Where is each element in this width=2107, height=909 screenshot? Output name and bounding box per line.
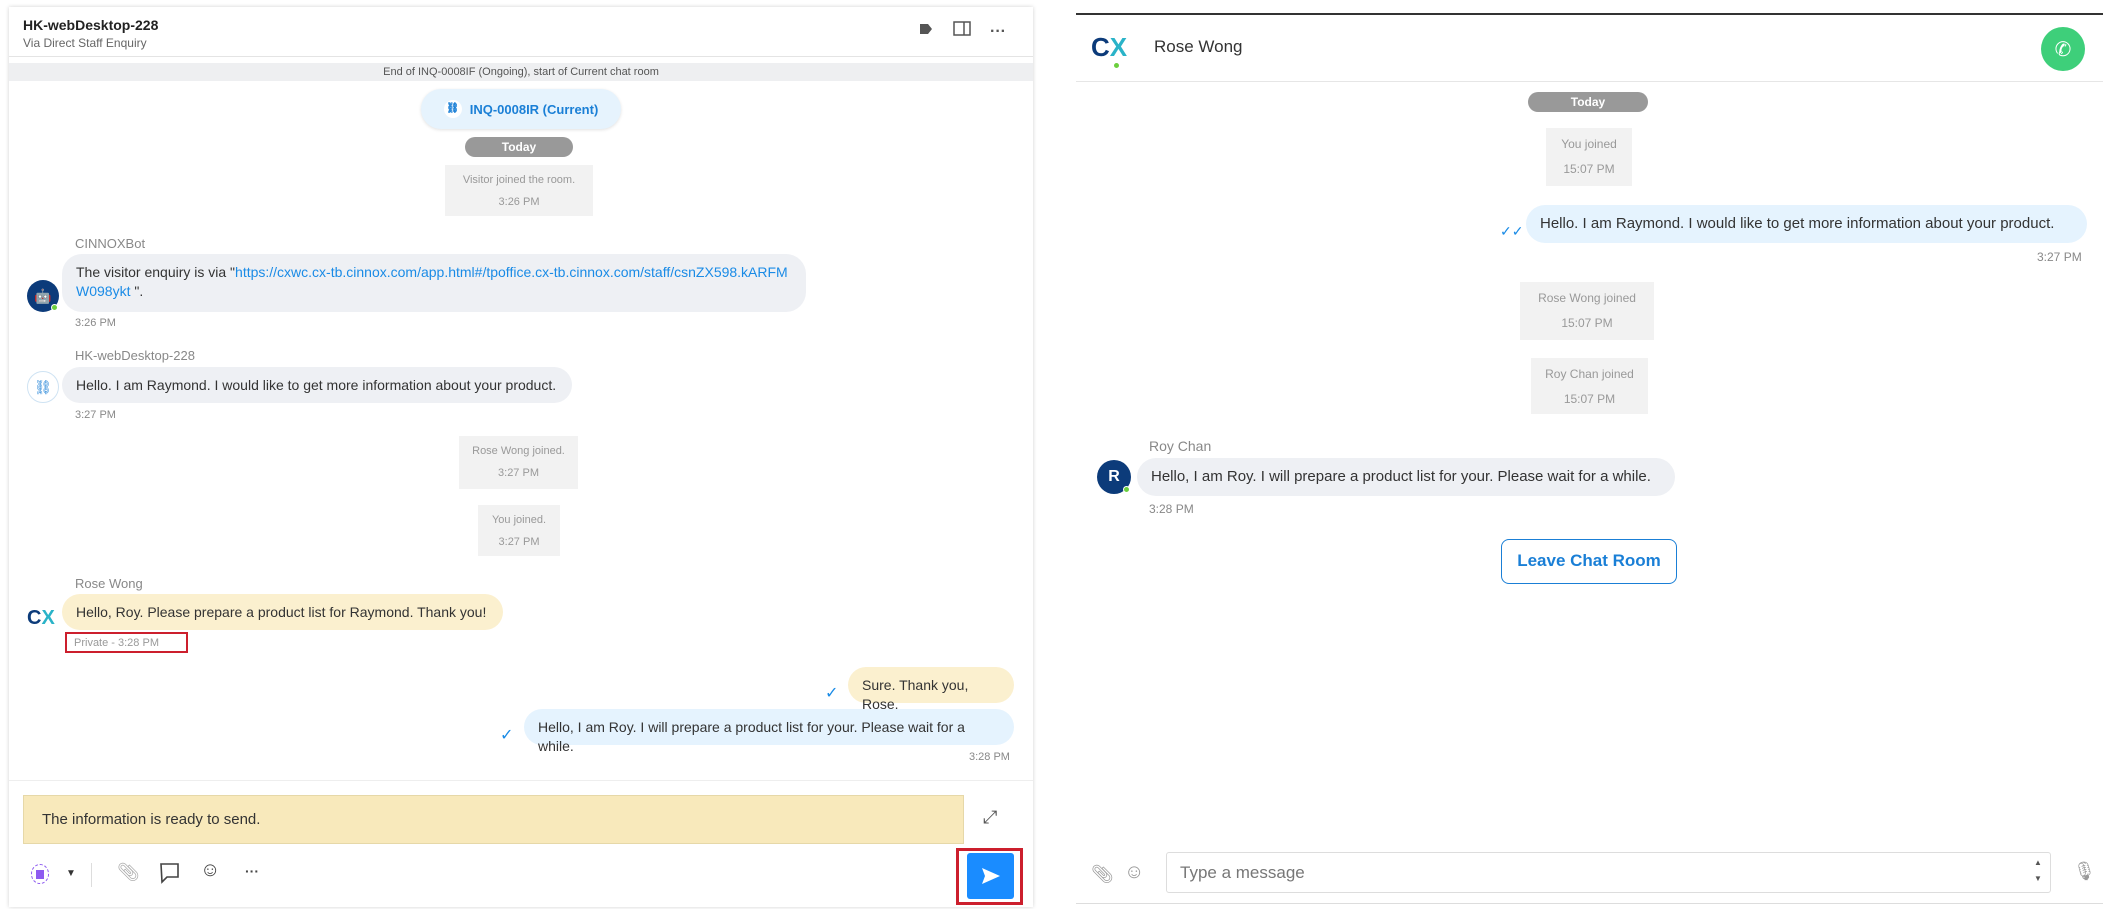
cx-logo: CX bbox=[1091, 32, 1127, 69]
system-message: Visitor joined the room. 3:26 PM bbox=[445, 165, 593, 216]
send-icon bbox=[981, 868, 1000, 884]
message-composer[interactable]: The information is ready to send. bbox=[23, 795, 964, 844]
agent-chat-panel: HK-webDesktop-228 Via Direct Staff Enqui… bbox=[9, 7, 1033, 907]
message-time: 3:26 PM bbox=[75, 317, 116, 329]
more-icon[interactable]: ··· bbox=[987, 21, 1009, 43]
system-message: Roy Chan joined 15:07 PM bbox=[1531, 358, 1648, 414]
chat-subtitle: Via Direct Staff Enquiry bbox=[23, 36, 147, 50]
split-panel-icon[interactable] bbox=[951, 21, 973, 43]
phone-icon: ✆ bbox=[2054, 38, 2072, 61]
history-banner: End of INQ-0008IF (Ongoing), start of Cu… bbox=[9, 63, 1033, 81]
visitor-message: Hello. I am Raymond. I would like to get… bbox=[62, 367, 572, 403]
tag-icon[interactable] bbox=[915, 21, 937, 43]
sent-check-icon: ✓ bbox=[825, 685, 839, 702]
message-time: 3:27 PM bbox=[75, 409, 116, 421]
outgoing-private-message: Sure. Thank you, Rose. bbox=[848, 667, 1014, 712]
private-message: Hello, Roy. Please prepare a product lis… bbox=[62, 594, 503, 630]
header-divider bbox=[9, 56, 1033, 57]
outgoing-message: Hello. I am Raymond. I would like to get… bbox=[1526, 205, 2087, 243]
agent-name: Rose Wong bbox=[1154, 37, 1243, 56]
private-time-highlight: Private - 3:28 PM bbox=[65, 632, 188, 653]
outgoing-message: Hello, I am Roy. I will prepare a produc… bbox=[524, 709, 1014, 754]
attachment-icon[interactable]: 📎︎ bbox=[117, 862, 140, 883]
incoming-message: Hello, I am Roy. I will prepare a produc… bbox=[1137, 458, 1675, 496]
chat-title: HK-webDesktop-228 bbox=[23, 17, 159, 33]
sender-name: CINNOXBot bbox=[75, 236, 146, 251]
system-message: Rose Wong joined. 3:27 PM bbox=[459, 436, 578, 489]
system-message: You joined 15:07 PM bbox=[1546, 128, 1632, 186]
message-time: 3:27 PM bbox=[2037, 250, 2082, 264]
attachment-icon[interactable]: 📎︎ bbox=[1091, 864, 1114, 885]
caret-down-icon[interactable]: ▼ bbox=[66, 868, 76, 879]
inquiry-label: INQ-0008IR (Current) bbox=[469, 101, 599, 117]
microphone-icon[interactable]: 🎙︎ bbox=[2073, 861, 2096, 882]
emoji-icon[interactable]: ☺ bbox=[1124, 861, 1144, 884]
leave-chat-room-button[interactable]: Leave Chat Room bbox=[1501, 539, 1677, 584]
expand-icon[interactable]: ⤢ bbox=[983, 807, 997, 828]
sender-name: Rose Wong bbox=[75, 576, 143, 591]
footer-divider bbox=[1076, 903, 2103, 904]
sender-name: HK-webDesktop-228 bbox=[75, 348, 195, 363]
send-button[interactable] bbox=[967, 853, 1014, 899]
input-scroll-arrows[interactable]: ▲ ▼ bbox=[2034, 855, 2042, 887]
inquiry-pill[interactable]: ⛓ INQ-0008IR (Current) bbox=[421, 89, 621, 129]
composer-divider bbox=[9, 780, 1033, 781]
roy-avatar: R bbox=[1097, 460, 1131, 494]
message-time: 3:28 PM bbox=[969, 751, 1010, 763]
date-divider: Today bbox=[1528, 92, 1648, 112]
canned-response-icon[interactable] bbox=[159, 862, 181, 889]
call-button[interactable]: ✆ bbox=[2041, 27, 2085, 71]
more-options-icon[interactable]: ··· bbox=[245, 863, 259, 879]
system-message: Rose Wong joined 15:07 PM bbox=[1520, 282, 1654, 340]
message-input[interactable]: Type a message bbox=[1166, 852, 2051, 893]
header-divider bbox=[1076, 81, 2103, 82]
read-double-check-icon: ✓✓ bbox=[1500, 223, 1524, 239]
sender-name: Roy Chan bbox=[1149, 438, 1212, 454]
private-mode-icon[interactable] bbox=[31, 864, 49, 884]
cx-logo-avatar: CX bbox=[27, 607, 55, 629]
visitor-link-avatar: ⛓ bbox=[27, 371, 59, 403]
visitor-chat-panel: CX Rose Wong ✆ Today You joined 15:07 PM … bbox=[1076, 13, 2103, 904]
sent-check-icon: ✓ bbox=[500, 727, 514, 744]
bot-message: The visitor enquiry is via "https://cxwc… bbox=[62, 254, 806, 312]
system-message: You joined. 3:27 PM bbox=[478, 505, 560, 556]
toolbar-divider bbox=[91, 863, 92, 887]
message-time: 3:28 PM bbox=[1149, 502, 1194, 516]
bot-avatar: 🤖 bbox=[27, 280, 59, 312]
date-divider: Today bbox=[465, 137, 573, 157]
link-icon: ⛓ bbox=[443, 100, 462, 118]
emoji-icon[interactable]: ☺ bbox=[200, 859, 220, 882]
